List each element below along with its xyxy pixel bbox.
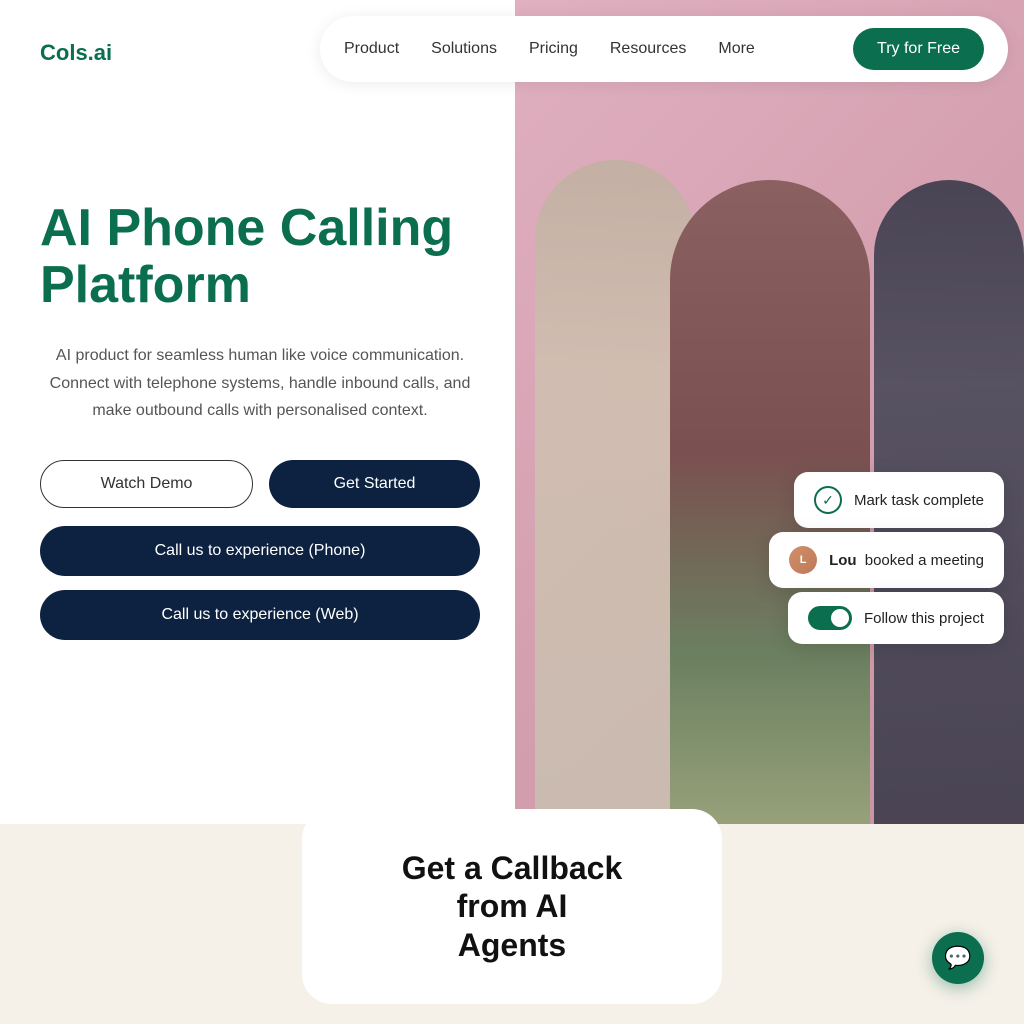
- navbar: Product Solutions Pricing Resources More…: [320, 16, 1008, 82]
- card-mark-complete[interactable]: ✓ Mark task complete: [794, 472, 1004, 528]
- nav-resources[interactable]: Resources: [610, 40, 686, 58]
- chat-bubble[interactable]: 💬: [932, 932, 984, 984]
- nav-product[interactable]: Product: [344, 40, 399, 58]
- callback-title: Get a Callback from AI Agents: [362, 849, 662, 964]
- follow-toggle[interactable]: [808, 606, 852, 630]
- card-follow-label: Follow this project: [864, 610, 984, 627]
- card-booked: L Lou booked a meeting: [769, 532, 1004, 588]
- nav-solutions[interactable]: Solutions: [431, 40, 497, 58]
- card-follow[interactable]: Follow this project: [788, 592, 1004, 644]
- btn-row-1: Watch Demo Get Started: [40, 460, 480, 508]
- nav-more[interactable]: More: [718, 40, 754, 58]
- hero-content: AI Phone Calling Platform AI product for…: [40, 200, 480, 654]
- chat-icon: 💬: [944, 945, 971, 971]
- card-mark-label: Mark task complete: [854, 492, 984, 509]
- get-started-button[interactable]: Get Started: [269, 460, 480, 508]
- lou-avatar: L: [789, 546, 817, 574]
- callback-card: Get a Callback from AI Agents: [302, 809, 722, 1004]
- logo: Cols.ai: [40, 40, 112, 66]
- card-booked-text: Lou booked a meeting: [829, 552, 984, 569]
- check-icon: ✓: [814, 486, 842, 514]
- hero-image: [515, 0, 1024, 860]
- nav-links: Product Solutions Pricing Resources More: [344, 40, 755, 58]
- call-web-button[interactable]: Call us to experience (Web): [40, 590, 480, 640]
- try-free-button[interactable]: Try for Free: [853, 28, 984, 70]
- hero-description: AI product for seamless human like voice…: [40, 342, 480, 424]
- watch-demo-button[interactable]: Watch Demo: [40, 460, 253, 508]
- page-container: Cols.ai Product Solutions Pricing Resour…: [0, 0, 1024, 1024]
- call-phone-button[interactable]: Call us to experience (Phone): [40, 526, 480, 576]
- nav-pricing[interactable]: Pricing: [529, 40, 578, 58]
- hero-title: AI Phone Calling Platform: [40, 200, 480, 314]
